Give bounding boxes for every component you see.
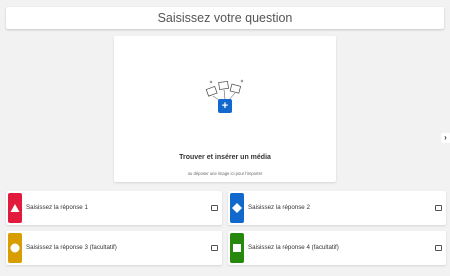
drop-image-caption: ou déposer une image ici pour l'importer: [187, 171, 263, 176]
add-image-icon[interactable]: [435, 205, 442, 211]
add-media-button[interactable]: +: [218, 99, 232, 113]
question-placeholder: Saisissez votre question: [157, 11, 293, 25]
media-upload-panel[interactable]: + Trouver et insérer un média: [114, 36, 336, 182]
next-chevron-right-icon[interactable]: ›: [441, 133, 450, 143]
answer-2-placeholder: Saisissez la réponse 2: [248, 204, 310, 211]
answer-4-input[interactable]: Saisissez la réponse 4 (facultatif): [228, 231, 446, 265]
find-media-label: Trouver et insérer un média: [179, 154, 271, 161]
add-image-icon[interactable]: [211, 205, 218, 211]
circle-icon: [8, 233, 22, 263]
question-input[interactable]: Saisissez votre question: [6, 7, 444, 29]
add-image-icon[interactable]: [435, 245, 442, 251]
answer-2-input[interactable]: Saisissez la réponse 2: [228, 191, 446, 225]
answer-1-input[interactable]: Saisissez la réponse 1: [6, 191, 222, 225]
answer-1-placeholder: Saisissez la réponse 1: [26, 204, 88, 211]
square-icon: [230, 233, 244, 263]
add-image-icon[interactable]: [211, 245, 218, 251]
answer-3-input[interactable]: Saisissez la réponse 3 (facultatif): [6, 231, 222, 265]
answer-3-placeholder: Saisissez la réponse 3 (facultatif): [26, 244, 117, 251]
answer-4-placeholder: Saisissez la réponse 4 (facultatif): [248, 244, 339, 251]
diamond-icon: [230, 193, 244, 223]
triangle-icon: [8, 193, 22, 223]
